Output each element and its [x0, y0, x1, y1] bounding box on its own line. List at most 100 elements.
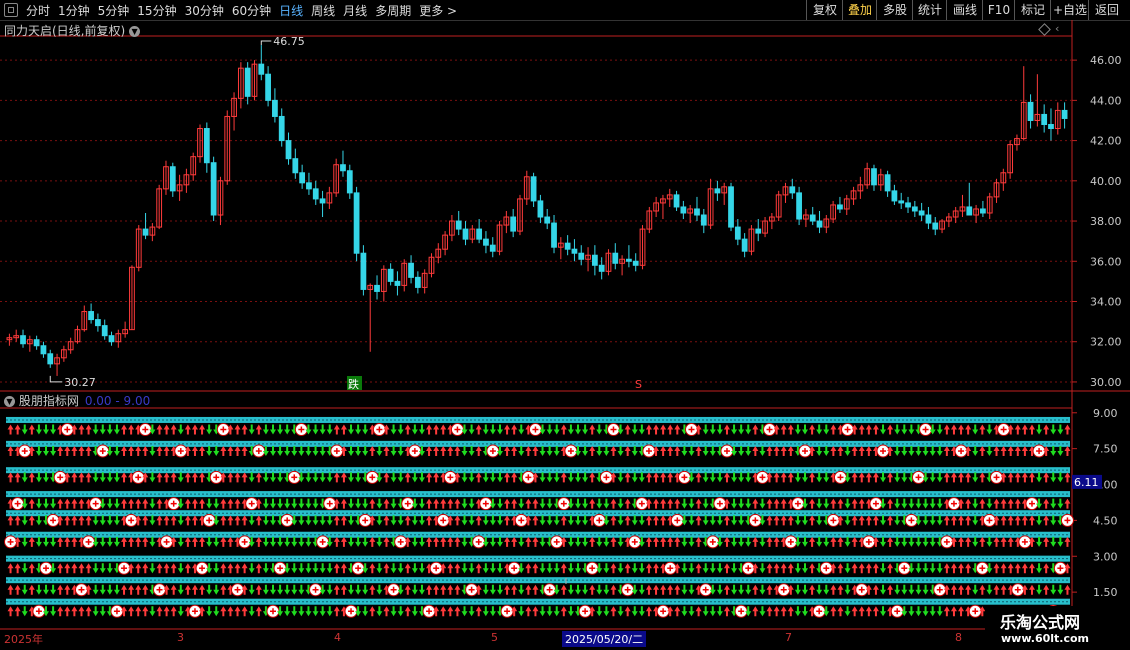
arrow-up-icon: [28, 515, 35, 526]
arrow-down-icon: [716, 515, 723, 526]
arrow-down-icon: [348, 472, 355, 483]
arrow-up-icon: [241, 446, 248, 457]
arrow-down-icon: [206, 606, 213, 617]
arrow-down-icon: [936, 446, 943, 457]
arrow-down-icon: [972, 536, 979, 547]
arrow-up-icon: [1014, 498, 1021, 509]
arrow-down-icon: [759, 536, 766, 547]
arrow-down-icon: [390, 563, 397, 574]
arrow-down-icon: [1036, 536, 1043, 547]
arrow-down-icon: [929, 606, 936, 617]
arrow-up-icon: [752, 584, 759, 595]
arrow-up-icon: [170, 606, 177, 617]
arrow-up-icon: [64, 584, 71, 595]
arrow-up-icon: [163, 563, 170, 574]
indicator-axis-label: 1.50: [1093, 586, 1118, 599]
candle-body: [884, 174, 891, 192]
arrow-down-icon: [411, 584, 418, 595]
arrow-up-icon: [525, 446, 532, 457]
arrow-up-icon: [1064, 536, 1071, 547]
arrow-up-icon: [865, 446, 872, 457]
arrow-up-icon: [170, 584, 177, 595]
arrow-down-icon: [844, 606, 851, 617]
arrow-up-icon: [85, 446, 92, 457]
arrow-down-icon: [177, 584, 184, 595]
arrow-down-icon: [688, 515, 695, 526]
candle-body: [796, 192, 802, 220]
arrow-up-icon: [170, 424, 177, 435]
arrow-up-icon: [333, 424, 340, 435]
arrow-up-icon: [660, 424, 667, 435]
arrow-down-icon: [567, 424, 574, 435]
arrow-up-icon: [950, 472, 957, 483]
arrow-up-icon: [7, 584, 14, 595]
arrow-down-icon: [922, 584, 929, 595]
chevron-left-icon[interactable]: ‹: [1055, 22, 1059, 35]
arrow-up-icon: [943, 472, 950, 483]
arrow-up-icon: [170, 472, 177, 483]
candle-body: [714, 188, 721, 194]
arrow-up-icon: [163, 446, 170, 457]
arrow-down-icon: [596, 498, 603, 509]
arrow-up-icon: [440, 446, 447, 457]
arrow-down-icon: [468, 498, 475, 509]
arrow-down-icon: [936, 606, 943, 617]
arrow-up-icon: [163, 606, 170, 617]
chart-canvas[interactable]: 46.00 44.00 42.00 40.00 38.00 36.00 34.00 32.00…: [0, 0, 1130, 630]
arrow-up-icon: [645, 584, 652, 595]
arrow-up-icon: [887, 515, 894, 526]
candle-body: [346, 170, 353, 194]
arrow-down-icon: [539, 472, 546, 483]
chevron-down-icon[interactable]: ▼: [4, 396, 15, 407]
arrow-up-icon: [950, 563, 957, 574]
arrow-up-icon: [993, 446, 1000, 457]
arrow-down-icon: [397, 563, 404, 574]
arrow-down-icon: [206, 536, 213, 547]
arrow-up-icon: [504, 472, 511, 483]
arrow-down-icon: [305, 515, 312, 526]
candle-body: [816, 220, 823, 228]
arrow-down-icon: [99, 563, 106, 574]
arrow-down-icon: [546, 563, 553, 574]
arrow-up-icon: [610, 536, 617, 547]
candle-body: [898, 200, 905, 204]
arrow-up-icon: [227, 563, 234, 574]
arrow-down-icon: [546, 424, 553, 435]
arrow-up-icon: [589, 584, 596, 595]
arrow-down-icon: [113, 446, 120, 457]
arrow-up-icon: [191, 584, 198, 595]
arrow-up-icon: [227, 515, 234, 526]
candle-body: [476, 228, 483, 240]
arrow-down-icon: [880, 424, 887, 435]
arrow-up-icon: [383, 498, 390, 509]
arrow-up-icon: [532, 606, 539, 617]
arrow-down-icon: [929, 446, 936, 457]
arrow-down-icon: [894, 424, 901, 435]
arrow-down-icon: [376, 584, 383, 595]
arrow-up-icon: [865, 563, 872, 574]
arrow-up-icon: [1043, 563, 1050, 574]
arrow-down-icon: [376, 606, 383, 617]
arrow-down-icon: [816, 515, 823, 526]
arrow-up-icon: [426, 515, 433, 526]
arrow-up-icon: [241, 472, 248, 483]
arrow-up-icon: [234, 563, 241, 574]
arrow-down-icon: [397, 446, 404, 457]
arrow-down-icon: [21, 515, 28, 526]
arrow-up-icon: [943, 424, 950, 435]
arrow-down-icon: [731, 563, 738, 574]
arrow-up-icon: [610, 515, 617, 526]
indicator-name: 股朋指标网: [18, 394, 79, 408]
arrow-down-icon: [1057, 472, 1064, 483]
arrow-down-icon: [631, 472, 638, 483]
arrow-down-icon: [539, 536, 546, 547]
arrow-down-icon: [575, 515, 582, 526]
arrow-up-icon: [723, 515, 730, 526]
arrow-down-icon: [298, 536, 305, 547]
arrow-up-icon: [965, 515, 972, 526]
arrow-up-icon: [865, 472, 872, 483]
arrow-down-icon: [277, 536, 284, 547]
arrow-down-icon: [681, 606, 688, 617]
arrow-down-icon: [759, 563, 766, 574]
chevron-down-icon[interactable]: ▼: [129, 26, 141, 37]
